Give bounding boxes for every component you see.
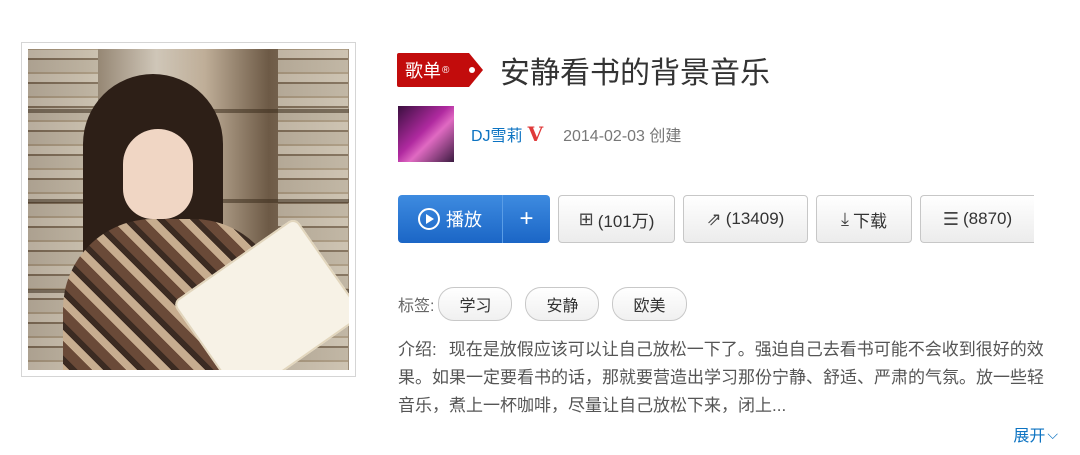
creator-avatar[interactable] xyxy=(398,106,454,162)
playlist-cover xyxy=(21,42,356,377)
add-to-queue-button[interactable]: + xyxy=(502,195,550,243)
intro-text: 介绍: 现在是放假应该可以让自己放松一下了。强迫自己去看书可能不会收到很好的效果。… xyxy=(398,336,1058,420)
share-button[interactable]: ⇗ (13409) xyxy=(683,195,808,243)
expand-link[interactable]: 展开 ⌵ xyxy=(1013,422,1058,446)
favorite-button[interactable]: ⊞ (101万) xyxy=(558,195,675,243)
verified-icon: V xyxy=(527,122,544,146)
folder-plus-icon: ⊞ xyxy=(578,208,594,229)
tag-chip[interactable]: 学习 xyxy=(438,287,513,321)
tag-chip[interactable]: 欧美 xyxy=(612,287,687,321)
playlist-title: 安静看书的背景音乐 xyxy=(500,57,770,90)
created-date: 2014-02-03 创建 xyxy=(563,128,682,145)
download-button[interactable]: ⤓ 下载 xyxy=(816,195,912,243)
intro-label: 介绍: xyxy=(398,340,437,359)
playlist-badge: 歌单 ® xyxy=(397,53,483,87)
creator-name-link[interactable]: DJ雪莉 xyxy=(471,122,523,146)
play-icon xyxy=(418,208,440,230)
tags-label: 标签: xyxy=(398,298,435,315)
cover-image xyxy=(28,49,349,370)
action-buttons: 播放 + ⊞ (101万) ⇗ (13409) ⤓ 下载 ☰ (8870) xyxy=(398,195,1034,243)
creator-row: DJ雪莉 V 2014-02-03 创建 xyxy=(398,106,681,162)
title-row: 歌单 ® 安静看书的背景音乐 xyxy=(397,48,770,92)
download-icon: ⤓ xyxy=(841,208,849,229)
play-group: 播放 + xyxy=(398,195,550,243)
tags-row: 标签: 学习 安静 欧美 xyxy=(398,287,700,321)
play-button[interactable]: 播放 xyxy=(398,195,502,243)
chevron-down-icon: ⌵ xyxy=(1047,425,1058,442)
share-icon: ⇗ xyxy=(706,208,722,229)
intro-body: 现在是放假应该可以让自己放松一下了。强迫自己去看书可能不会收到很好的效果。如果一… xyxy=(398,340,1044,415)
comment-icon: ☰ xyxy=(942,208,959,229)
comment-button[interactable]: ☰ (8870) xyxy=(920,195,1034,243)
tag-chip[interactable]: 安静 xyxy=(525,287,600,321)
